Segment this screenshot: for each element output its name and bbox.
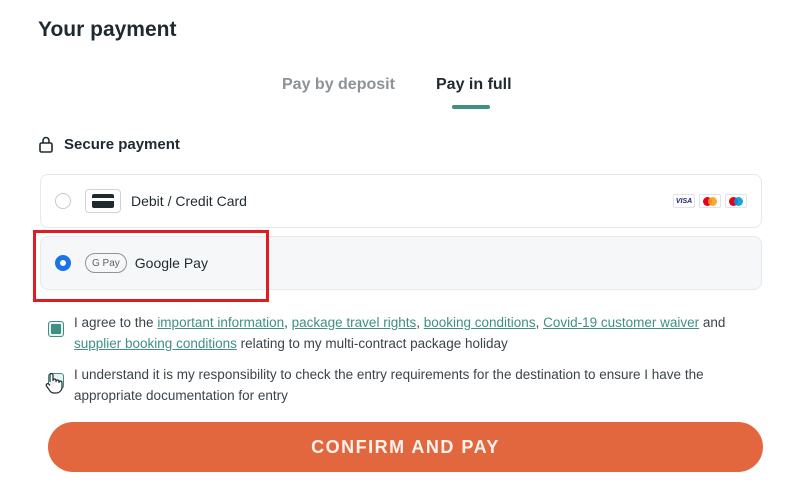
separator: , bbox=[284, 315, 292, 330]
agree-terms-checkbox[interactable] bbox=[48, 321, 64, 337]
active-tab-indicator bbox=[452, 105, 490, 109]
card-brands: VISA bbox=[673, 194, 747, 208]
mastercard-icon bbox=[699, 194, 721, 208]
agreement-entry-requirements: I understand it is my responsibility to … bbox=[48, 364, 768, 406]
google-pay-radio[interactable] bbox=[55, 255, 71, 271]
covid-waiver-link[interactable]: Covid-19 customer waiver bbox=[543, 315, 699, 330]
package-travel-rights-link[interactable]: package travel rights bbox=[292, 315, 417, 330]
confirm-and-pay-button[interactable]: CONFIRM AND PAY bbox=[48, 422, 763, 472]
tab-pay-in-full[interactable]: Pay in full bbox=[436, 76, 512, 94]
tab-pay-by-deposit[interactable]: Pay by deposit bbox=[282, 76, 395, 94]
card-radio[interactable] bbox=[55, 193, 71, 209]
booking-conditions-link[interactable]: booking conditions bbox=[424, 315, 536, 330]
separator: , bbox=[416, 315, 424, 330]
hand-cursor-icon bbox=[45, 372, 63, 394]
agree-prefix: I agree to the bbox=[74, 315, 158, 330]
payment-tabs: Pay by deposit Pay in full bbox=[0, 76, 805, 110]
payment-option-card[interactable]: Debit / Credit Card VISA bbox=[40, 174, 762, 228]
google-pay-label: Google Pay bbox=[134, 255, 208, 271]
agreement-terms: I agree to the important information, pa… bbox=[48, 312, 768, 354]
secure-payment-header: Secure payment bbox=[38, 134, 180, 154]
credit-card-icon bbox=[85, 189, 121, 213]
card-option-label: Debit / Credit Card bbox=[131, 193, 247, 209]
visa-icon: VISA bbox=[673, 194, 695, 208]
google-pay-icon: G Pay bbox=[85, 253, 127, 273]
agree-terms-text: I agree to the important information, pa… bbox=[74, 312, 764, 354]
payment-option-google-pay[interactable]: G Pay Google Pay bbox=[40, 236, 762, 290]
maestro-icon bbox=[725, 194, 747, 208]
lock-icon bbox=[39, 136, 53, 153]
separator: , bbox=[535, 315, 544, 330]
supplier-booking-conditions-link[interactable]: supplier booking conditions bbox=[74, 336, 237, 351]
important-information-link[interactable]: important information bbox=[157, 315, 284, 330]
agree-suffix: relating to my multi-contract package ho… bbox=[236, 336, 508, 351]
entry-requirements-text: I understand it is my responsibility to … bbox=[74, 367, 704, 403]
conjunction: and bbox=[699, 315, 726, 330]
secure-payment-label: Secure payment bbox=[64, 135, 180, 153]
page-title: Your payment bbox=[38, 18, 177, 41]
